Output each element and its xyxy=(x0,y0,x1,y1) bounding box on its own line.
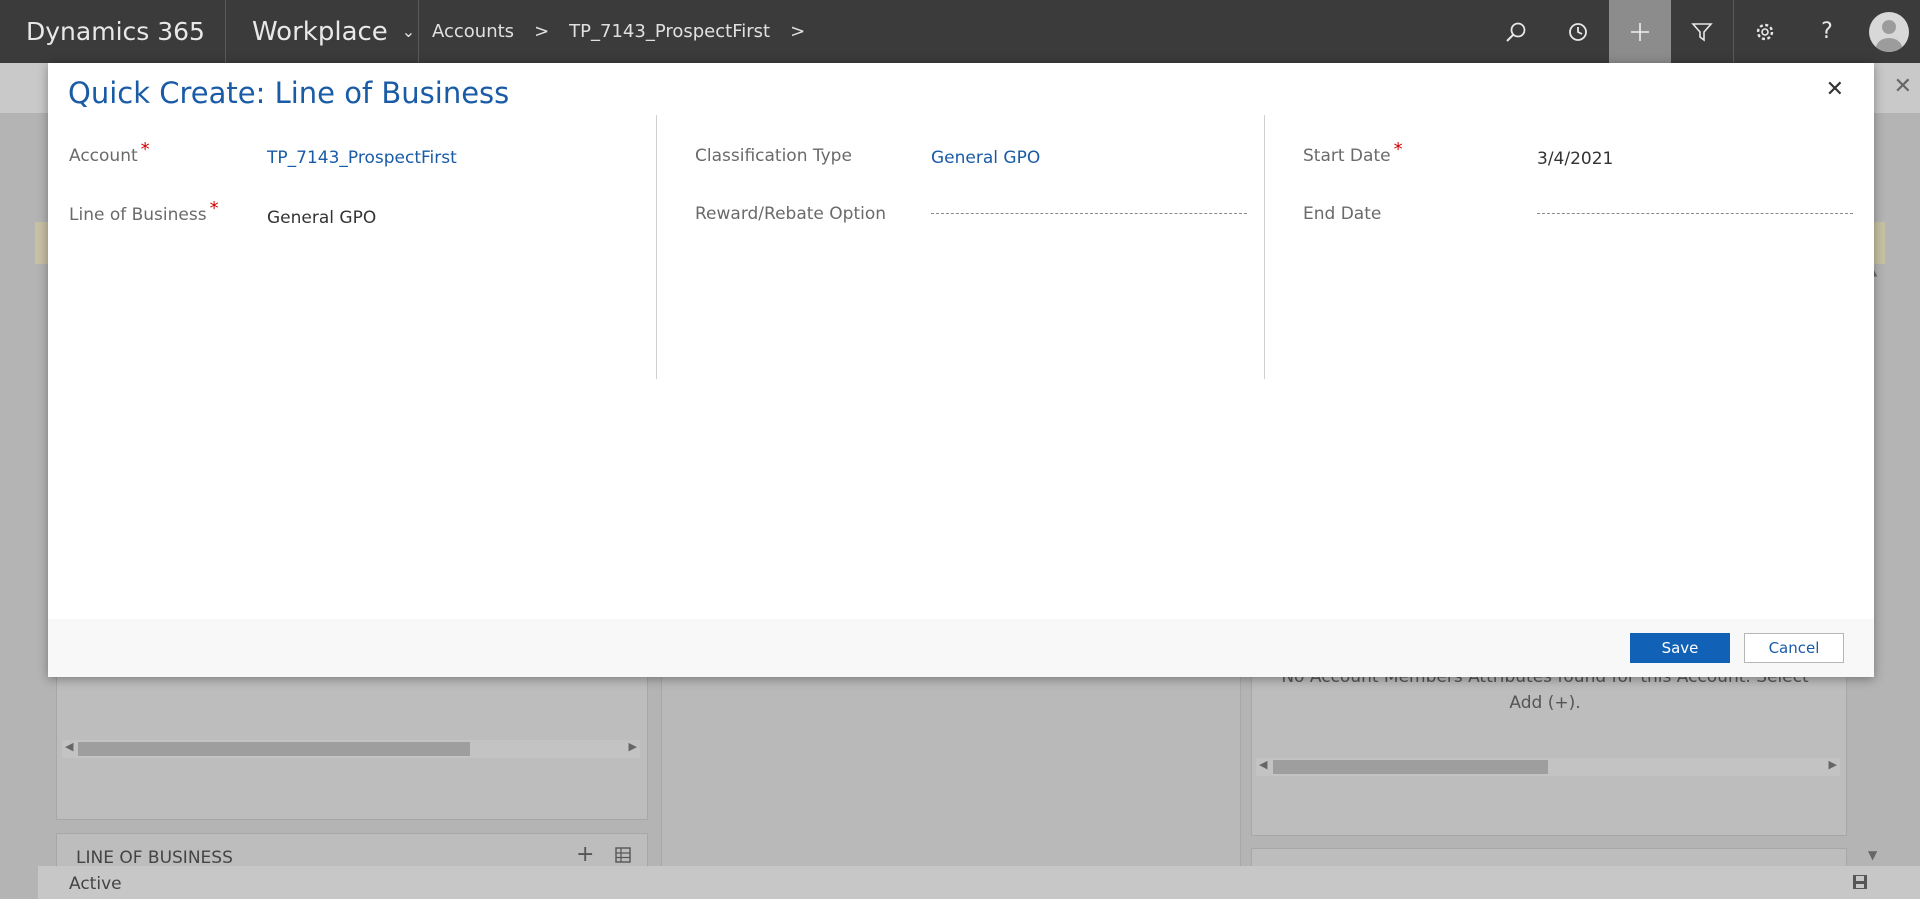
app-name: Workplace xyxy=(252,16,388,47)
scroll-thumb[interactable] xyxy=(1273,760,1548,774)
column-divider xyxy=(1264,115,1265,379)
line-of-business-label-text: Line of Business xyxy=(69,205,207,225)
close-icon[interactable]: ✕ xyxy=(1894,74,1912,99)
background-panel-next xyxy=(1251,848,1847,868)
chevron-right-icon[interactable]: > xyxy=(790,21,805,42)
breadcrumb-accounts[interactable]: Accounts xyxy=(432,21,514,42)
scroll-right-icon[interactable]: ▶ xyxy=(1829,758,1837,771)
dialog-footer: Save Cancel xyxy=(48,619,1874,677)
account-label-text: Account xyxy=(69,146,138,166)
close-icon[interactable]: ✕ xyxy=(1826,77,1844,102)
grid-view-icon[interactable] xyxy=(615,847,631,867)
scroll-right-icon[interactable]: ▶ xyxy=(629,740,637,753)
scroll-left-icon[interactable]: ◀ xyxy=(1259,758,1267,771)
classification-type-label: Classification Type xyxy=(695,146,852,166)
required-marker: * xyxy=(140,139,150,160)
user-profile[interactable] xyxy=(1858,0,1920,63)
quick-create-dialog: Quick Create: Line of Business ✕ Account… xyxy=(48,63,1874,677)
scroll-thumb[interactable] xyxy=(78,742,470,756)
scroll-down-icon[interactable]: ▼ xyxy=(1868,848,1877,862)
reward-rebate-label: Reward/Rebate Option xyxy=(695,204,887,224)
app-switcher[interactable]: Workplace ⌄ xyxy=(226,0,419,63)
section-title: LINE OF BUSINESS xyxy=(76,848,233,868)
reward-rebate-field[interactable] xyxy=(931,213,1247,214)
required-marker: * xyxy=(1393,139,1403,160)
column-divider xyxy=(656,115,657,379)
horizontal-scrollbar[interactable]: ◀ ▶ xyxy=(62,740,640,758)
top-nav-bar: Dynamics 365 Workplace ⌄ Accounts > TP_7… xyxy=(0,0,1920,63)
history-icon[interactable] xyxy=(1547,0,1609,63)
account-lookup-value[interactable]: TP_7143_ProspectFirst xyxy=(267,148,457,168)
cancel-button[interactable]: Cancel xyxy=(1744,633,1844,663)
plus-icon[interactable] xyxy=(1609,0,1671,63)
gear-icon[interactable] xyxy=(1733,0,1796,63)
classification-type-lookup-value[interactable]: General GPO xyxy=(931,148,1040,168)
save-button[interactable]: Save xyxy=(1630,633,1730,663)
line-of-business-field[interactable]: General GPO xyxy=(267,208,376,228)
filter-icon[interactable] xyxy=(1671,0,1733,63)
brand-label[interactable]: Dynamics 365 xyxy=(0,0,226,63)
save-icon[interactable] xyxy=(1852,874,1868,894)
avatar xyxy=(1869,11,1909,52)
start-date-label-text: Start Date xyxy=(1303,146,1391,166)
help-icon[interactable]: ? xyxy=(1796,0,1858,63)
scroll-left-icon[interactable]: ◀ xyxy=(65,740,73,753)
top-nav-icons: ? xyxy=(1485,0,1920,63)
end-date-field[interactable] xyxy=(1537,213,1853,214)
horizontal-scrollbar[interactable]: ◀ ▶ xyxy=(1256,758,1840,776)
chevron-down-icon: ⌄ xyxy=(401,22,416,41)
chevron-right-icon: > xyxy=(534,21,550,42)
end-date-label: End Date xyxy=(1303,204,1382,224)
background-panel-center xyxy=(661,668,1241,868)
search-icon[interactable] xyxy=(1485,0,1547,63)
breadcrumb: Accounts > TP_7143_ProspectFirst > xyxy=(419,21,825,42)
line-of-business-label: Line of Business * xyxy=(69,198,219,225)
account-label: Account * xyxy=(69,139,150,166)
breadcrumb-record[interactable]: TP_7143_ProspectFirst xyxy=(569,21,770,42)
start-date-field[interactable]: 3/4/2021 xyxy=(1537,149,1613,169)
start-date-label: Start Date * xyxy=(1303,139,1403,166)
record-status: Active xyxy=(69,874,122,894)
add-icon[interactable]: + xyxy=(576,842,594,867)
dialog-title: Quick Create: Line of Business xyxy=(68,76,510,110)
status-bar xyxy=(38,866,1920,899)
required-marker: * xyxy=(209,198,219,219)
